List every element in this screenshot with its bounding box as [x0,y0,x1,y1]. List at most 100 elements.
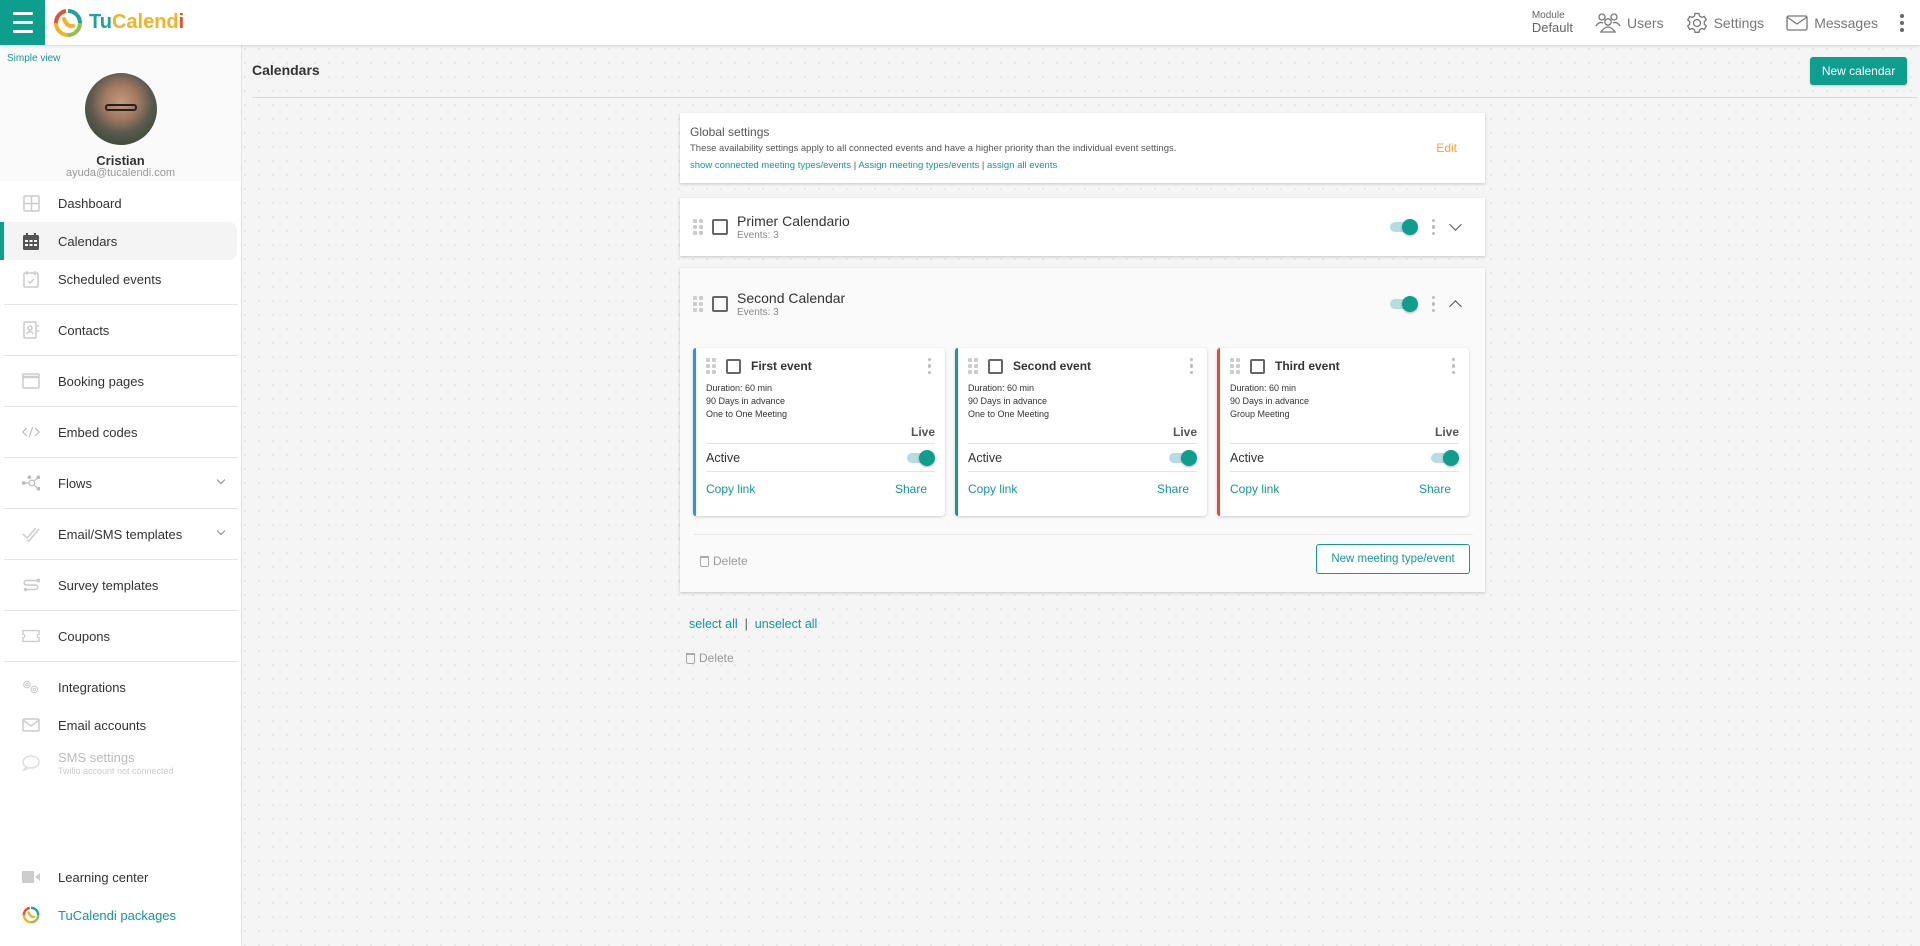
chevron-up-icon[interactable] [1449,299,1462,313]
event-duration: Duration: 60 min [1230,383,1297,393]
event-type: Group Meeting [1230,409,1290,419]
event-cards: First event Duration: 60 min 90 Days in … [693,348,1469,516]
hamburger-icon [12,9,33,36]
divider [693,534,1473,535]
menu-button[interactable] [0,0,45,45]
calendar-events-count: Events: 3 [737,306,779,318]
copy-link-button[interactable]: Copy link [968,482,1017,496]
calendar-options-icon[interactable] [1431,218,1435,236]
event-active-toggle[interactable] [1169,449,1197,466]
copy-link-button[interactable]: Copy link [1230,482,1279,496]
top-bar: TuCalendi Module Default Users Settings M… [0,0,1920,45]
calendar-icon [22,232,40,250]
select-all-link[interactable]: select all [689,617,738,631]
chevron-down-icon[interactable] [1449,218,1462,231]
sidebar-item-dashboard[interactable]: Dashboard [0,184,242,222]
sidebar-item-sms-settings[interactable]: SMS settings Twilio account not connected [0,744,242,782]
avatar[interactable] [85,73,157,145]
drag-handle-icon[interactable] [706,358,716,374]
assign-meeting-types-link[interactable]: Assign meeting types/events [858,160,979,171]
show-connected-link[interactable]: show connected meeting types/events [690,160,851,171]
sidebar-item-email-accounts[interactable]: Email accounts [0,706,242,744]
event-card: Second event Duration: 60 min 90 Days in… [955,348,1207,516]
global-settings-title: Global settings [690,125,770,139]
event-title: Second event [1013,359,1092,373]
sidebar-item-learning-center[interactable]: Learning center [0,858,242,896]
sidebar-item-calendars[interactable]: Calendars [0,222,237,260]
event-options-icon[interactable] [927,357,931,375]
users-link[interactable]: Users [1595,12,1664,34]
calendar-row: Primer Calendario Events: 3 [680,198,1485,256]
sidebar-item-integrations[interactable]: Integrations [0,668,242,706]
selection-links: select all | unselect all [689,617,818,631]
contacts-icon [22,321,40,339]
unselect-all-link[interactable]: unselect all [755,617,818,631]
calendar-enabled-toggle[interactable] [1389,296,1418,312]
brand-name: TuCalendi [89,11,185,33]
event-advance: 90 Days in advance [968,396,1048,406]
active-label: Active [706,450,741,465]
share-button[interactable]: Share [1157,482,1189,496]
chevron-down-icon [216,475,226,485]
calendar-checkbox[interactable] [712,219,728,235]
event-type: One to One Meeting [706,409,788,419]
sidebar-item-survey-templates[interactable]: Survey templates [0,566,242,604]
active-label: Active [968,450,1003,465]
share-button[interactable]: Share [895,482,927,496]
event-card: First event Duration: 60 min 90 Days in … [693,348,945,516]
sidebar-item-embed-codes[interactable]: Embed codes [0,413,242,451]
sidebar-item-flows[interactable]: Flows [0,464,242,502]
simple-view-link[interactable]: Simple view [7,53,60,64]
brand-logo[interactable]: TuCalendi [53,8,184,38]
assign-all-events-link[interactable]: assign all events [987,160,1057,171]
event-status: Live [1230,425,1459,444]
sidebar-item-booking-pages[interactable]: Booking pages [0,362,242,400]
more-options-icon[interactable] [1900,13,1904,32]
drag-handle-icon[interactable] [693,219,703,235]
event-card: Third event Duration: 60 min 90 Days in … [1217,348,1469,516]
module-selector[interactable]: Module Default [1532,11,1573,35]
event-title: First event [751,359,812,373]
flows-icon [22,474,40,492]
calendar-events-count: Events: 3 [737,229,779,241]
calendar-options-icon[interactable] [1431,295,1435,313]
new-meeting-type-button[interactable]: New meeting type/event [1316,544,1470,574]
tucalendi-logo-icon [22,906,40,924]
page-title: Calendars [252,62,320,78]
copy-link-button[interactable]: Copy link [706,482,755,496]
integrations-icon [22,678,40,696]
calendar-enabled-toggle[interactable] [1389,219,1418,235]
delete-selected-button[interactable]: Delete [686,651,734,665]
calendar-name: Primer Calendario [737,212,850,229]
profile-section: Simple view Cristian ayuda@tucalendi.com [0,45,241,181]
code-icon [22,423,40,441]
event-options-icon[interactable] [1189,357,1193,375]
event-active-toggle[interactable] [1431,449,1459,466]
sidebar-item-tucalendi-packages[interactable]: TuCalendi packages [0,896,242,934]
sidebar-item-email-sms-templates[interactable]: Email/SMS templates [0,515,242,553]
sidebar-item-contacts[interactable]: Contacts [0,311,242,349]
drag-handle-icon[interactable] [1230,358,1240,374]
settings-link[interactable]: Settings [1686,12,1764,34]
event-checkbox[interactable] [726,358,741,374]
delete-calendar-button[interactable]: Delete [700,554,748,568]
templates-icon [22,525,40,543]
event-options-icon[interactable] [1451,357,1455,375]
share-button[interactable]: Share [1419,482,1451,496]
event-checkbox[interactable] [988,358,1003,374]
sidebar-item-coupons[interactable]: Coupons [0,617,242,655]
gear-icon [1686,12,1707,33]
drag-handle-icon[interactable] [968,358,978,374]
messages-link[interactable]: Messages [1786,15,1878,31]
edit-global-settings-link[interactable]: Edit [1436,141,1457,155]
user-email: ayuda@tucalendi.com [65,167,175,179]
coupon-icon [22,627,40,645]
drag-handle-icon[interactable] [693,296,703,312]
event-active-toggle[interactable] [907,449,935,466]
event-checkbox[interactable] [1250,358,1265,374]
sidebar-item-scheduled-events[interactable]: Scheduled events [0,260,242,298]
event-duration: Duration: 60 min [968,383,1035,393]
calendar-checkbox[interactable] [712,296,728,312]
new-calendar-button[interactable]: New calendar [1810,57,1907,85]
active-label: Active [1230,450,1265,465]
